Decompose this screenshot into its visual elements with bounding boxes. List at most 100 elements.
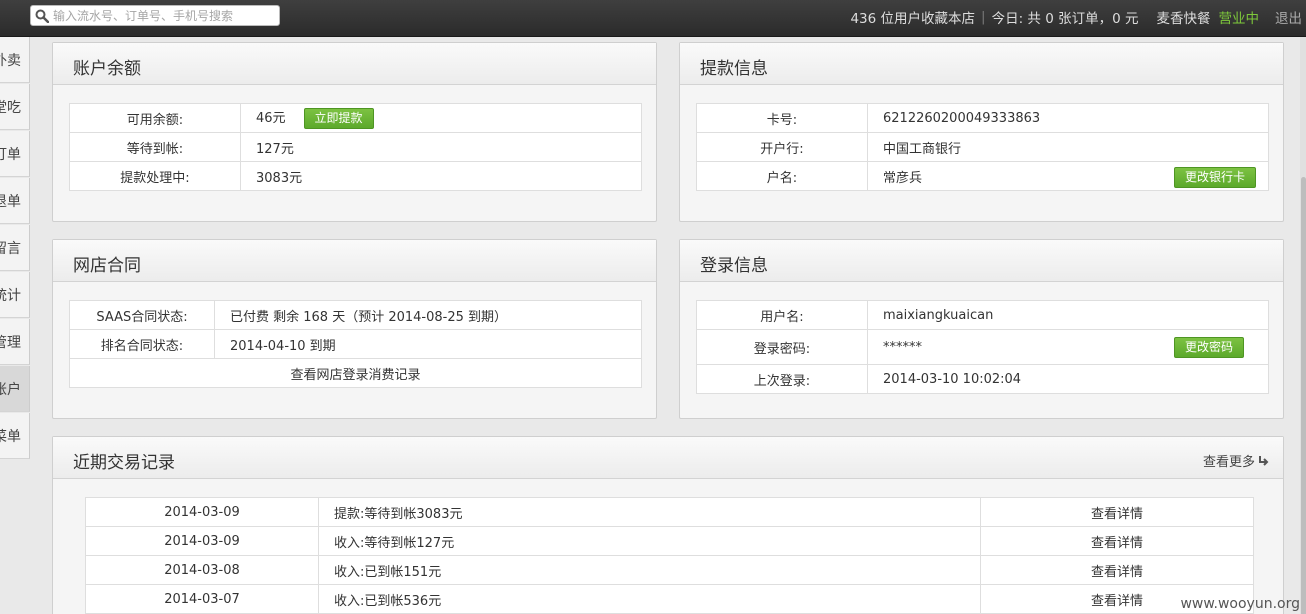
- table-row: 开户行: 中国工商银行: [696, 132, 1269, 162]
- sidebar-item-label: 外卖: [0, 52, 21, 69]
- table-row: 上次登录: 2014-03-10 10:02:04: [696, 364, 1269, 394]
- sidebar-item-takeout[interactable]: 外卖: [0, 37, 30, 83]
- watermark: www.wooyun.org: [1180, 596, 1300, 612]
- table-row: 2014-03-08 收入:已到帐151元 查看详情: [85, 555, 1254, 585]
- transaction-desc: 提款:等待到帐3083元: [318, 497, 981, 527]
- last-login-label: 上次登录:: [696, 364, 868, 394]
- sidebar-item-refunds[interactable]: 退单: [0, 178, 30, 224]
- contract-panel: 网店合同 SAAS合同状态: 已付费 剩余 168 天（预计 2014-08-2…: [52, 239, 657, 419]
- search-box[interactable]: [30, 5, 280, 26]
- divider: |: [981, 8, 986, 25]
- username-label: 用户名:: [696, 300, 868, 330]
- table-row: 用户名: maixiangkuaican: [696, 300, 1269, 330]
- table-row: 登录密码: ****** 更改密码: [696, 329, 1269, 365]
- contract-table: SAAS合同状态: 已付费 剩余 168 天（预计 2014-08-25 到期）…: [69, 300, 642, 388]
- password-label: 登录密码:: [696, 329, 868, 365]
- view-more-label: 查看更多: [1202, 455, 1255, 470]
- table-row: 排名合同状态: 2014-04-10 到期: [69, 329, 642, 359]
- rank-value: 2014-04-10 到期: [214, 329, 642, 359]
- scrollbar-thumb[interactable]: [1301, 177, 1306, 614]
- panel-title: 登录信息: [700, 256, 768, 276]
- table-row: 2014-03-07 收入:已到帐536元 查看详情: [85, 584, 1254, 614]
- sidebar-item-label: 留言: [0, 240, 21, 257]
- card-value: 6212260200049333863: [867, 103, 1269, 133]
- panel-header: 提款信息: [680, 43, 1283, 85]
- withdraw-button[interactable]: 立即提款: [303, 108, 374, 129]
- sidebar-item-label: 统计: [0, 287, 21, 304]
- sidebar-item-account[interactable]: 账户: [0, 366, 30, 412]
- holder-cell: 常彦兵 更改银行卡: [867, 161, 1269, 191]
- today-summary: 今日: 共 0 张订单，0 元: [991, 10, 1139, 27]
- table-row: 等待到帐: 127元: [69, 132, 642, 162]
- arrow-down-right-icon: [1259, 456, 1269, 466]
- business-status[interactable]: 营业中: [1219, 7, 1260, 27]
- change-card-button[interactable]: 更改银行卡: [1173, 167, 1256, 188]
- table-row: SAAS合同状态: 已付费 剩余 168 天（预计 2014-08-25 到期）: [69, 300, 642, 330]
- withdraw-info-panel: 提款信息 卡号: 6212260200049333863 开户行: 中国工商银行…: [679, 42, 1284, 222]
- table-row: 卡号: 6212260200049333863: [696, 103, 1269, 133]
- table-row: 户名: 常彦兵 更改银行卡: [696, 161, 1269, 191]
- bank-value: 中国工商银行: [867, 132, 1269, 162]
- balance-table: 可用余额: 46元 立即提款 等待到帐: 127元 提款处理中: 3083元: [69, 103, 642, 191]
- password-value: ******: [883, 339, 922, 355]
- sidebar-item-label: 订单: [0, 146, 21, 163]
- scrollbar-track[interactable]: [1300, 37, 1306, 614]
- saas-value: 已付费 剩余 168 天（预计 2014-08-25 到期）: [214, 300, 642, 330]
- sidebar-item-messages[interactable]: 留言: [0, 225, 30, 271]
- records-link[interactable]: 查看网店登录消费记录: [69, 358, 642, 388]
- saas-label: SAAS合同状态:: [69, 300, 215, 330]
- panel-title: 账户余额: [73, 59, 141, 79]
- table-row: 2014-03-09 提款:等待到帐3083元 查看详情: [85, 497, 1254, 527]
- available-cell: 46元 立即提款: [240, 103, 642, 133]
- view-detail-link[interactable]: 查看详情: [980, 497, 1254, 527]
- view-detail-link[interactable]: 查看详情: [980, 526, 1254, 556]
- sidebar-item-stats[interactable]: 统计: [0, 272, 30, 318]
- search-input[interactable]: [53, 7, 275, 24]
- login-info-table: 用户名: maixiangkuaican 登录密码: ****** 更改密码 上次…: [696, 300, 1269, 394]
- panel-header: 网店合同: [53, 240, 656, 282]
- username-value: maixiangkuaican: [867, 300, 1269, 330]
- logout-link[interactable]: 退出: [1275, 7, 1302, 27]
- sidebar-item-label: 菜单: [0, 428, 21, 445]
- withdraw-info-table: 卡号: 6212260200049333863 开户行: 中国工商银行 户名: …: [696, 103, 1269, 191]
- transactions-panel: 近期交易记录 查看更多 2014-03-09 提款:等待到帐3083元 查看详情…: [52, 436, 1284, 614]
- transaction-date: 2014-03-07: [85, 584, 319, 614]
- panel-header: 账户余额: [53, 43, 656, 85]
- view-more-link[interactable]: 查看更多: [1203, 451, 1269, 470]
- sidebar-item-manage[interactable]: 管理: [0, 319, 30, 365]
- transaction-desc: 收入:已到帐536元: [318, 584, 981, 614]
- sidebar-item-menu[interactable]: 菜单: [0, 413, 30, 459]
- sidebar-item-label: 账户: [0, 381, 21, 398]
- favorites-count: 436 位用户收藏本店: [850, 10, 976, 27]
- available-label: 可用余额:: [69, 103, 241, 133]
- processing-value: 3083元: [240, 161, 642, 191]
- view-detail-link[interactable]: 查看详情: [980, 555, 1254, 585]
- sidebar-item-dine-in[interactable]: 堂吃: [0, 84, 30, 130]
- transaction-date: 2014-03-09: [85, 497, 319, 527]
- table-row: 提款处理中: 3083元: [69, 161, 642, 191]
- transaction-date: 2014-03-08: [85, 555, 319, 585]
- bank-label: 开户行:: [696, 132, 868, 162]
- sidebar-item-label: 管理: [0, 334, 21, 351]
- panel-title: 网店合同: [73, 256, 141, 276]
- sidebar: 外卖 堂吃 订单 退单 留言 统计 管理 账户 菜单: [0, 37, 30, 614]
- table-row: 2014-03-09 收入:等待到帐127元 查看详情: [85, 526, 1254, 556]
- login-info-panel: 登录信息 用户名: maixiangkuaican 登录密码: ****** 更改…: [679, 239, 1284, 419]
- panel-title: 近期交易记录: [73, 453, 175, 473]
- transactions-table: 2014-03-09 提款:等待到帐3083元 查看详情 2014-03-09 …: [85, 497, 1254, 614]
- holder-value: 常彦兵: [883, 170, 923, 186]
- search-icon: [35, 9, 49, 23]
- card-label: 卡号:: [696, 103, 868, 133]
- table-row: 查看网店登录消费记录: [69, 358, 642, 388]
- pending-label: 等待到帐:: [69, 132, 241, 162]
- holder-label: 户名:: [696, 161, 868, 191]
- top-status: 436 位用户收藏本店 | 今日: 共 0 张订单，0 元 麦香快餐 营业中 退…: [850, 0, 1306, 33]
- change-password-button[interactable]: 更改密码: [1173, 337, 1244, 358]
- transaction-date: 2014-03-09: [85, 526, 319, 556]
- panel-title: 提款信息: [700, 59, 768, 79]
- sidebar-item-label: 退单: [0, 193, 21, 210]
- sidebar-item-orders[interactable]: 订单: [0, 131, 30, 177]
- panel-header: 登录信息: [680, 240, 1283, 282]
- available-value: 46元: [256, 111, 286, 126]
- table-row: 可用余额: 46元 立即提款: [69, 103, 642, 133]
